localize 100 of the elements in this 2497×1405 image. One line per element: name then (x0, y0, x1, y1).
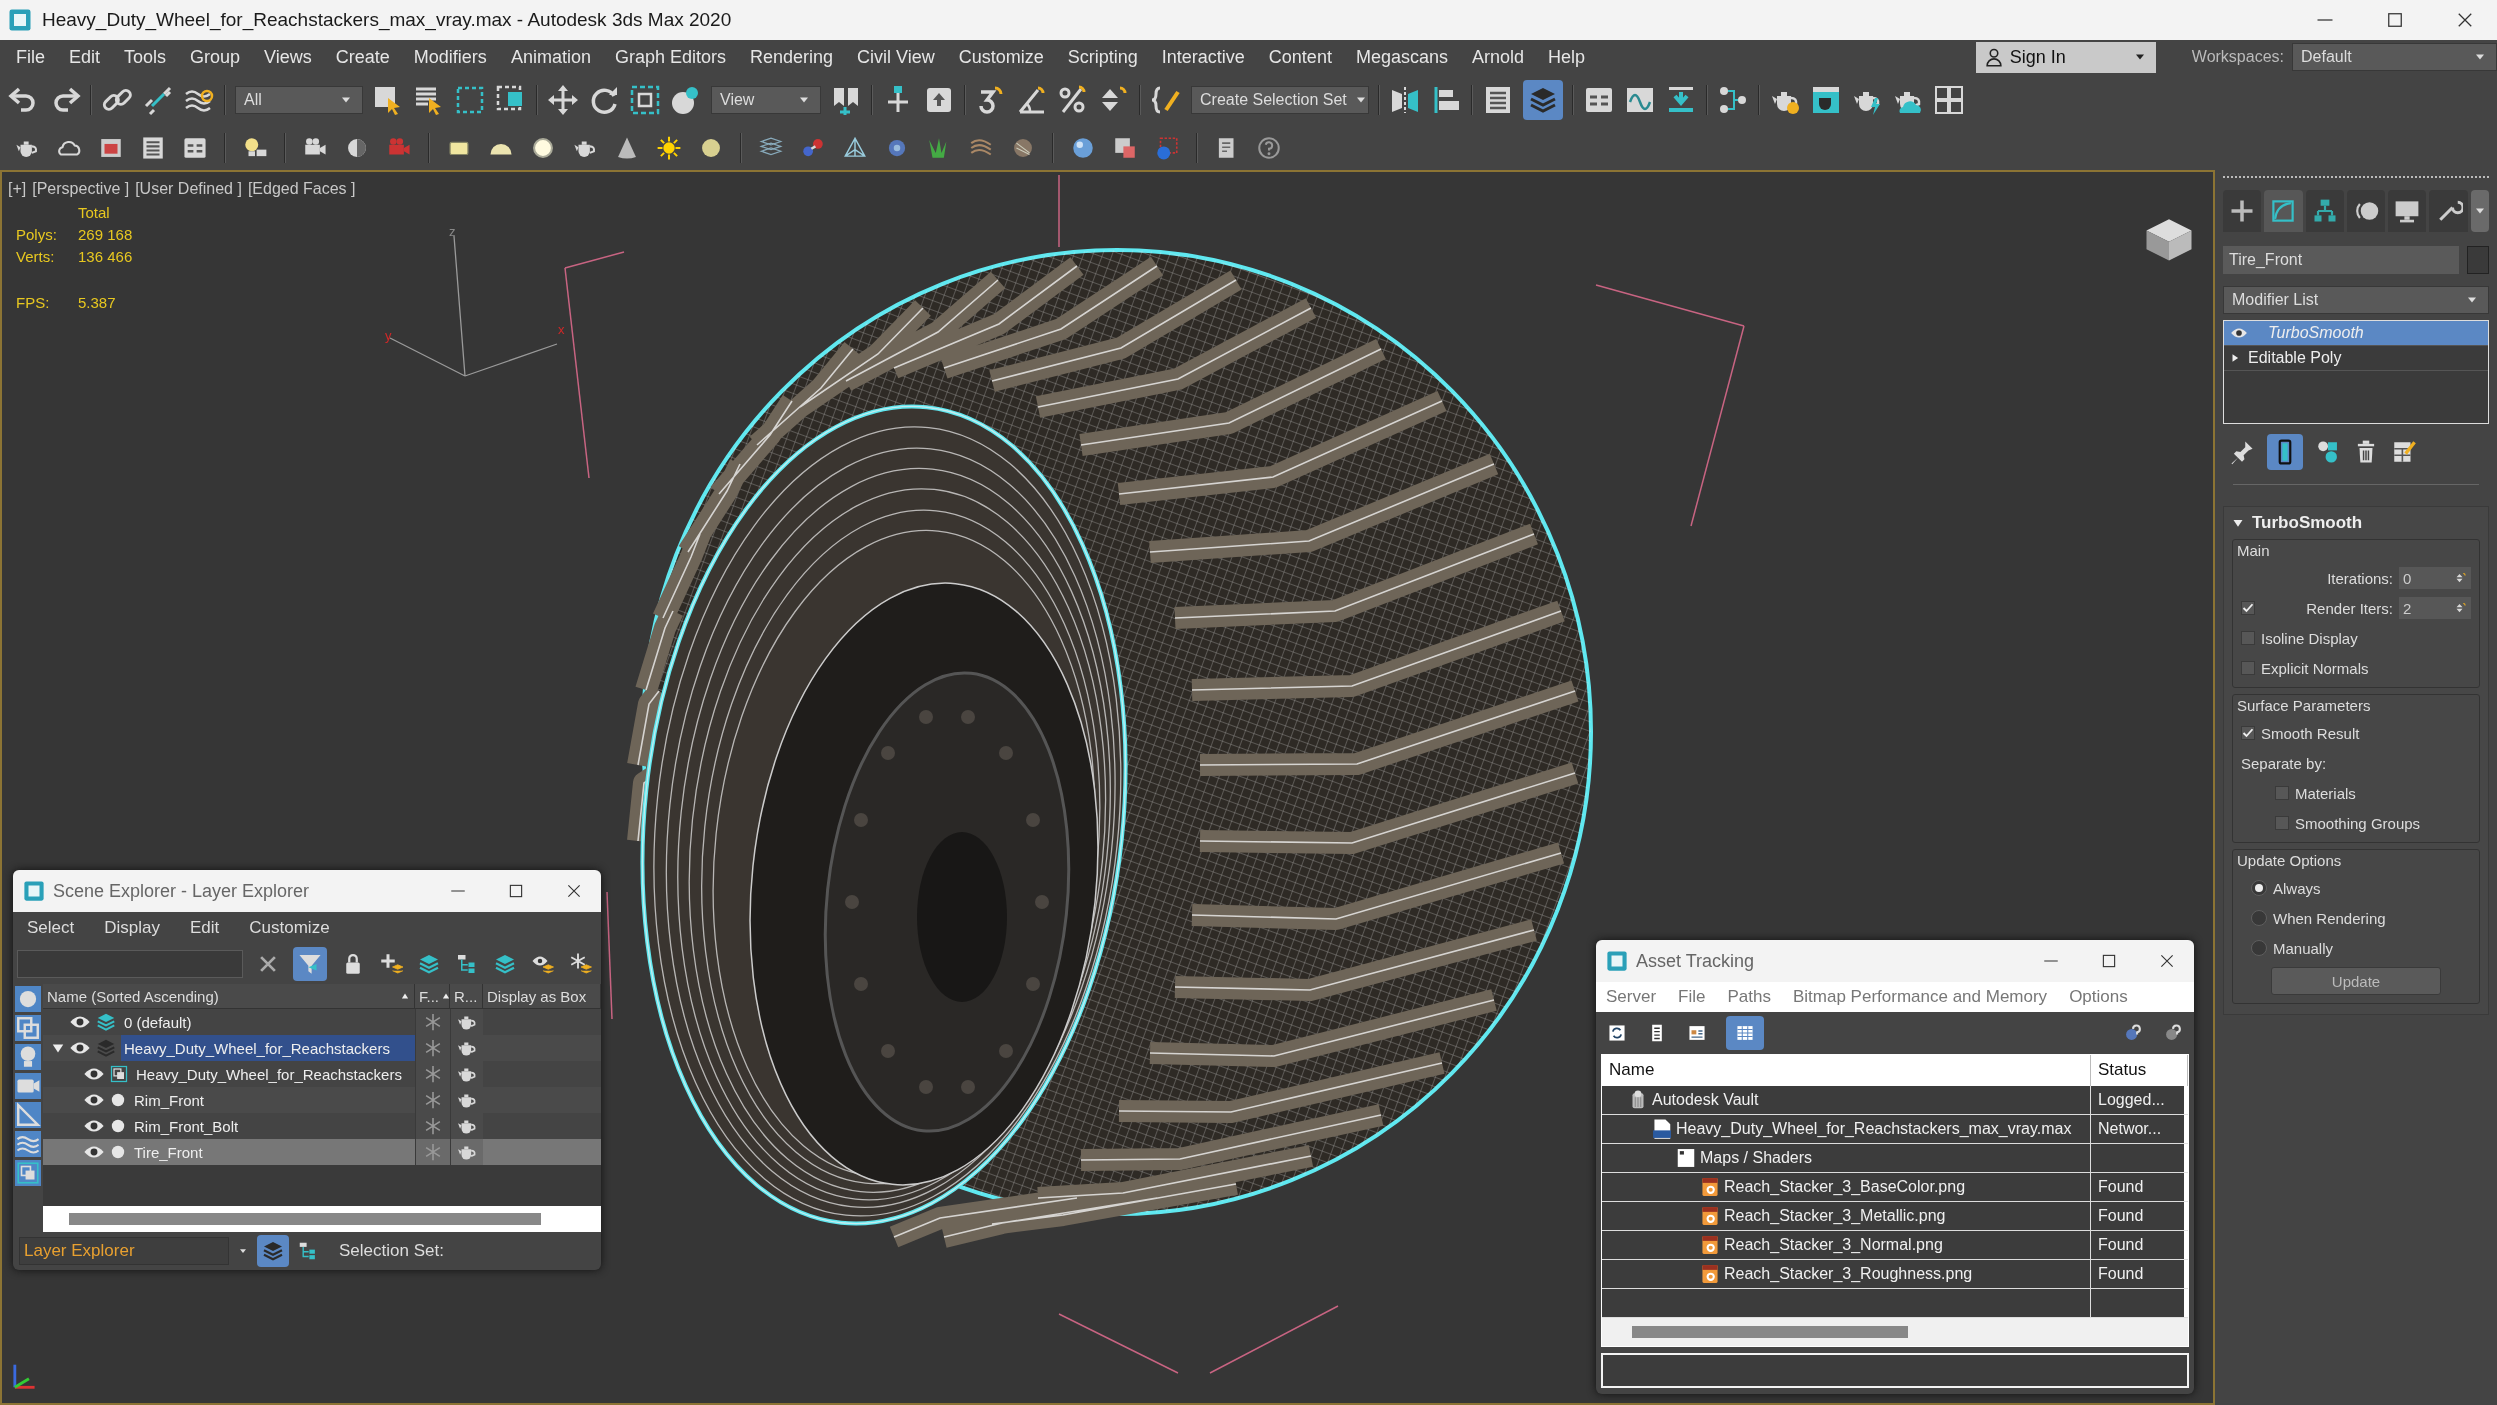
menu-item[interactable]: Create (323, 46, 402, 68)
add-layer-icon[interactable] (379, 952, 403, 976)
menu-item[interactable]: Graph Editors (602, 46, 738, 68)
render-frame-icon[interactable] (1810, 84, 1842, 116)
checkbox[interactable] (2275, 786, 2289, 800)
radio-button[interactable] (2251, 940, 2267, 956)
menu-item[interactable]: File (1678, 987, 1706, 1008)
viewport-menu-label[interactable]: [+] (8, 180, 27, 198)
menu-item[interactable]: Civil View (845, 46, 947, 68)
menu-item[interactable]: Modifiers (401, 46, 499, 68)
search-field[interactable] (17, 950, 243, 978)
menu-item[interactable]: Views (252, 46, 324, 68)
menu-item[interactable]: Group (178, 46, 253, 68)
menu-item[interactable]: Interactive (1149, 46, 1257, 68)
table-cell[interactable]: Autodesk Vault (1652, 1090, 1759, 1109)
collapse-arrow-icon[interactable] (2232, 517, 2244, 529)
checkbox[interactable] (2275, 816, 2289, 830)
ribbon-icon[interactable] (182, 135, 208, 161)
tree-row[interactable]: 0 (default) (43, 1009, 601, 1035)
configure-icon[interactable] (2391, 439, 2417, 465)
move-icon[interactable] (547, 84, 579, 116)
table-cell[interactable]: Reach_Stacker_3_BaseColor.png (1724, 1177, 1966, 1196)
menu-item[interactable]: Select (27, 918, 85, 938)
layers-icon[interactable] (95, 1011, 117, 1033)
image-icon[interactable] (1112, 135, 1138, 161)
tree-row[interactable]: Rim_Front (43, 1087, 601, 1113)
layer-explorer-button[interactable] (1523, 80, 1563, 120)
menu-item[interactable]: Display (104, 918, 170, 938)
motion-tab[interactable] (2346, 190, 2386, 232)
layers-button[interactable] (257, 1235, 289, 1267)
menu-item[interactable]: Arnold (1459, 46, 1536, 68)
table-cell[interactable]: Heavy_Duty_Wheel_for_Reachstackers_max_vray.max (1676, 1119, 2072, 1138)
menu-item[interactable]: Edit (190, 918, 230, 938)
close-icon[interactable] (565, 882, 583, 900)
column-header[interactable]: Name (1602, 1054, 2091, 1086)
menu-item[interactable]: Server (1606, 987, 1657, 1008)
layer-name[interactable]: 0 (default) (121, 1009, 415, 1035)
modifier-stack-item[interactable]: Editable Poly (2224, 346, 2488, 371)
layers-icon[interactable] (493, 952, 517, 976)
display-tab[interactable] (2388, 190, 2427, 232)
horizontal-scrollbar[interactable] (43, 1206, 601, 1232)
workspace-dropdown[interactable]: Default (2292, 43, 2497, 71)
table-view-button[interactable] (1726, 1016, 1764, 1050)
sun-icon[interactable] (656, 135, 682, 161)
explorer-dropdown[interactable]: Layer Explorer (19, 1237, 229, 1265)
modifier-stack[interactable]: TurboSmooth Editable Poly (2223, 320, 2489, 424)
spinner-field[interactable]: 2 (2399, 597, 2471, 619)
sphere-icon[interactable] (1070, 135, 1096, 161)
edit-named-sets-icon[interactable] (1150, 84, 1182, 116)
snowflake-icon[interactable] (423, 1090, 443, 1110)
menu-item[interactable]: Tools (112, 46, 179, 68)
checkbox[interactable] (2241, 631, 2255, 645)
sign-in-dropdown[interactable]: Sign In (1975, 41, 2156, 73)
maximize-icon[interactable] (507, 882, 525, 900)
scale-icon[interactable] (629, 84, 661, 116)
close-icon[interactable] (2158, 952, 2176, 970)
layers-icon[interactable] (417, 952, 441, 976)
waves-icon[interactable] (15, 1131, 41, 1157)
ruler-icon[interactable] (15, 1102, 41, 1128)
selection-set-dropdown[interactable]: Create Selection Set (1191, 86, 1369, 114)
show-end-result-button[interactable] (2267, 434, 2303, 470)
object-name[interactable]: Heavy_Duty_Wheel_for_Reachstackers (133, 1061, 415, 1087)
viewport-menu-label[interactable]: [User Defined ] (135, 180, 242, 198)
snowflake-icon[interactable] (423, 1038, 443, 1058)
table-cell[interactable]: Maps / Shaders (1700, 1148, 1813, 1167)
column-header[interactable]: Name (Sorted Ascending) (47, 987, 219, 1005)
node-graph-icon[interactable] (1717, 84, 1749, 116)
table-cell[interactable]: Reach_Stacker_3_Normal.png (1724, 1235, 1943, 1254)
viewport-menu-label[interactable]: [Perspective ] (32, 180, 130, 198)
checkbox[interactable] (2241, 661, 2255, 675)
menu-item[interactable]: Scripting (1055, 46, 1150, 68)
rollout-title[interactable]: TurboSmooth (2252, 513, 2363, 533)
menu-item[interactable]: Bitmap Performance and Memory (1792, 987, 2048, 1008)
utilities-tab[interactable] (2429, 190, 2468, 232)
menu-item[interactable]: Help (1536, 46, 1597, 68)
pin-icon[interactable] (2229, 439, 2255, 465)
tire-wireframe-drawing[interactable] (627, 248, 1593, 1248)
hierarchy-tab[interactable] (2305, 190, 2344, 232)
maximize-icon[interactable] (2385, 10, 2405, 30)
radio-button[interactable] (2251, 880, 2267, 896)
spinner-field[interactable]: 0 (2399, 567, 2471, 589)
squares-icon[interactable] (15, 1160, 41, 1186)
column-header[interactable]: Status (2091, 1054, 2188, 1086)
object-name[interactable]: Rim_Front (131, 1087, 415, 1113)
list-icon[interactable] (140, 135, 166, 161)
tree-row[interactable]: Tire_Front (43, 1139, 601, 1165)
selection-filter-dropdown[interactable]: All (235, 86, 363, 114)
help-icon[interactable] (1256, 135, 1282, 161)
checkbox[interactable] (2241, 726, 2255, 740)
menu-item[interactable]: Rendering (738, 46, 846, 68)
table-cell[interactable]: Reach_Stacker_3_Roughness.png (1724, 1264, 1973, 1283)
menu-item[interactable]: Paths (1727, 987, 1771, 1008)
filter-button[interactable] (293, 947, 327, 981)
column-header[interactable]: F... (419, 987, 439, 1005)
snowflake-layer-icon[interactable] (569, 952, 593, 976)
disc-icon[interactable] (530, 135, 556, 161)
snowflake-icon[interactable] (423, 1012, 443, 1032)
snowflake-icon[interactable] (423, 1116, 443, 1136)
update-button[interactable]: Update (2271, 967, 2441, 995)
maximize-icon[interactable] (2100, 952, 2118, 970)
